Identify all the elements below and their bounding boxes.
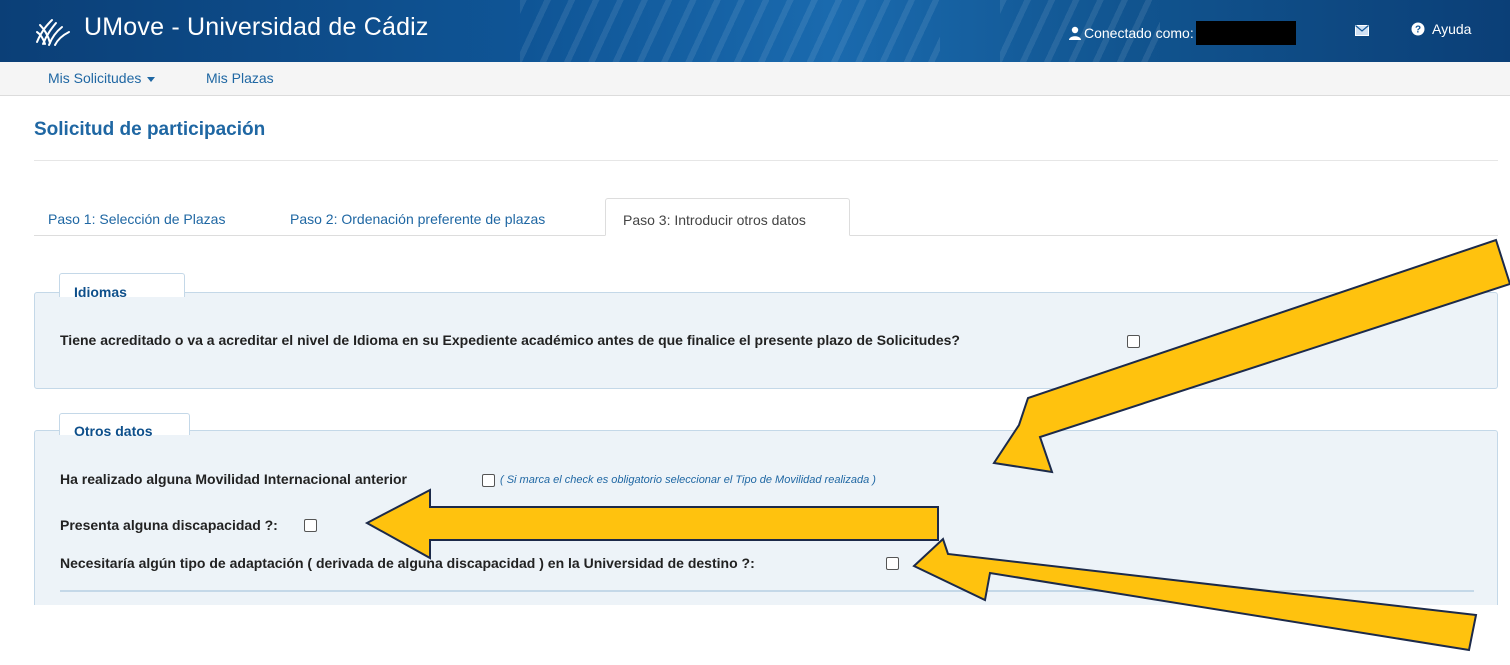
adaptacion-checkbox[interactable] — [886, 557, 899, 570]
idiomas-legend: Idiomas — [59, 273, 185, 300]
connected-label: Conectado como: — [1084, 25, 1194, 41]
user-info: Conectado como: — [1068, 21, 1296, 45]
movilidad-checkbox[interactable] — [482, 474, 495, 487]
movilidad-question: Ha realizado alguna Movilidad Internacio… — [60, 471, 407, 487]
discapacidad-checkbox[interactable] — [304, 519, 317, 532]
section-divider — [60, 590, 1474, 592]
caret-down-icon — [147, 76, 156, 82]
svg-text:?: ? — [1415, 25, 1421, 36]
idiomas-question: Tiene acreditado o va a acreditar el niv… — [60, 332, 960, 348]
adaptacion-question: Necesitaría algún tipo de adaptación ( d… — [60, 555, 755, 571]
help-label: Ayuda — [1432, 21, 1472, 37]
help-link[interactable]: ? Ayuda — [1411, 21, 1471, 37]
app-title[interactable]: UMove - Universidad de Cádiz — [84, 13, 429, 42]
idiomas-checkbox[interactable] — [1127, 335, 1140, 348]
nav-mis-solicitudes[interactable]: Mis Solicitudes — [48, 70, 156, 86]
header-decoration — [520, 0, 940, 62]
title-divider — [34, 160, 1498, 161]
tab-paso-2[interactable]: Paso 2: Ordenación preferente de plazas — [290, 211, 545, 227]
question-circle-icon: ? — [1411, 22, 1425, 36]
nav-mis-plazas[interactable]: Mis Plazas — [206, 70, 274, 86]
movilidad-hint: ( Si marca el check es obligatorio selec… — [500, 474, 876, 486]
top-header: UMove - Universidad de Cádiz Conectado c… — [0, 0, 1510, 62]
redacted-username — [1195, 21, 1296, 45]
user-icon — [1069, 26, 1081, 40]
nav-mis-solicitudes-label: Mis Solicitudes — [48, 70, 142, 86]
discapacidad-question: Presenta alguna discapacidad ?: — [60, 517, 278, 533]
page-title: Solicitud de participación — [34, 119, 266, 140]
envelope-icon[interactable] — [1355, 25, 1369, 36]
tab-paso-1[interactable]: Paso 1: Selección de Plazas — [48, 211, 225, 227]
otros-datos-legend: Otros datos — [59, 413, 190, 439]
university-logo-icon[interactable] — [34, 14, 72, 48]
tab-paso-3[interactable]: Paso 3: Introducir otros datos — [605, 198, 850, 236]
main-nav: Mis Solicitudes Mis Plazas — [0, 62, 1510, 96]
